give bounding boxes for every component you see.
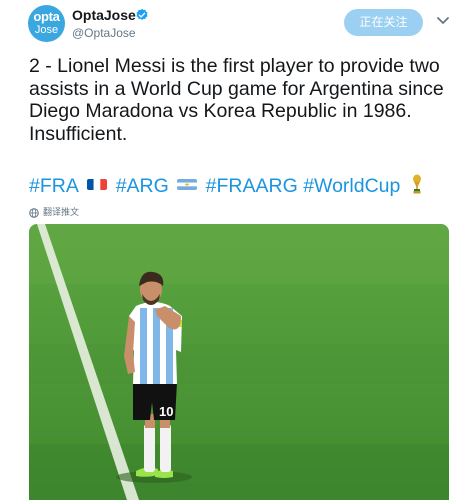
avatar[interactable]: opta Jose bbox=[28, 5, 65, 42]
avatar-logo-subtext: Jose bbox=[34, 24, 59, 36]
soccer-player-image: 10 bbox=[29, 224, 449, 500]
display-name[interactable]: OptaJose bbox=[72, 7, 136, 23]
globe-icon bbox=[29, 207, 39, 218]
tweet-text: 2 - Lionel Messi is the first player to … bbox=[29, 55, 444, 145]
hashtag-row: #FRA #ARG #FRAARG #WorldCup bbox=[29, 173, 469, 198]
argentina-flag-icon bbox=[177, 179, 198, 191]
world-cup-trophy-icon bbox=[412, 174, 421, 194]
verified-badge-icon bbox=[136, 8, 148, 20]
shorts-number: 10 bbox=[159, 404, 173, 419]
hashtag-fra[interactable]: #FRA bbox=[29, 175, 79, 197]
hashtag-arg[interactable]: #ARG bbox=[116, 175, 169, 197]
tweet-photo[interactable]: 10 bbox=[29, 224, 449, 500]
hashtag-fraarg[interactable]: #FRAARG bbox=[206, 175, 298, 197]
translate-label: 翻译推文 bbox=[43, 208, 80, 218]
hashtag-worldcup[interactable]: #WorldCup bbox=[303, 175, 400, 197]
france-flag-icon bbox=[87, 179, 108, 191]
following-button[interactable]: 正在关注 bbox=[344, 9, 423, 36]
user-handle[interactable]: @OptaJose bbox=[72, 26, 136, 40]
translate-tweet-link[interactable]: 翻译推文 bbox=[29, 205, 79, 218]
tweet-header: opta Jose OptaJose @OptaJose 正在关注 bbox=[0, 0, 474, 50]
avatar-logo-text: opta bbox=[33, 9, 60, 24]
chevron-down-icon[interactable] bbox=[434, 11, 452, 29]
